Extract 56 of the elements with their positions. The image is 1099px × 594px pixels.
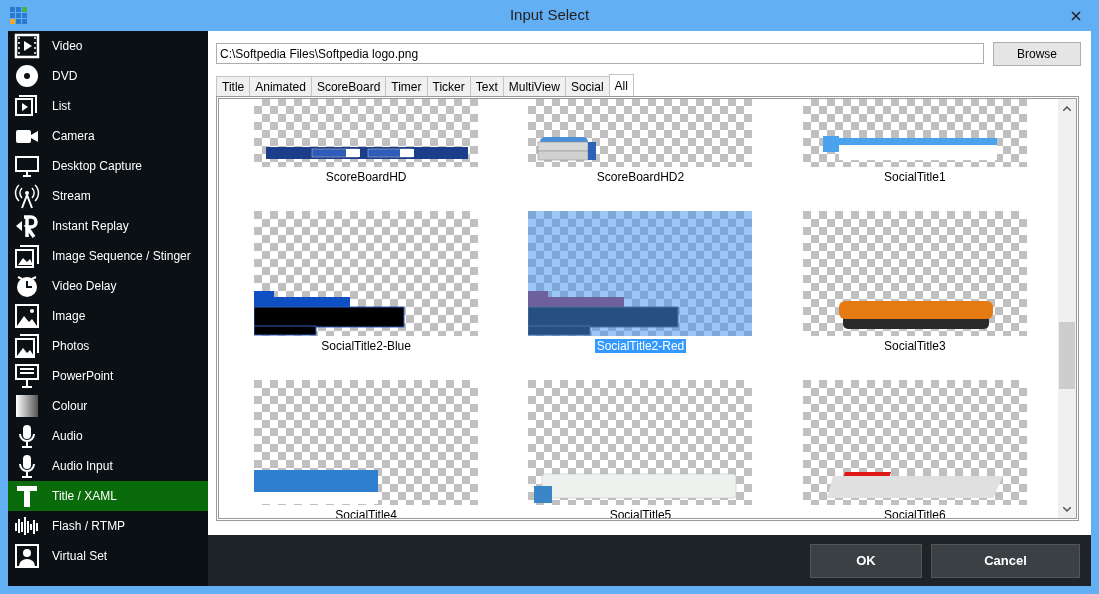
dvd-icon — [14, 63, 40, 89]
sidebar-item[interactable]: Instant Replay — [8, 211, 208, 241]
app-logo-icon — [10, 7, 27, 24]
sidebar-item[interactable]: PowerPoint — [8, 361, 208, 391]
photos-icon — [14, 333, 40, 359]
sequence-icon — [14, 243, 40, 269]
sidebar-item[interactable]: Colour — [8, 391, 208, 421]
scroll-thumb[interactable] — [1059, 322, 1075, 389]
sidebar-item[interactable]: Camera — [8, 121, 208, 151]
replay-icon — [14, 213, 40, 239]
tab[interactable]: ScoreBoard — [310, 76, 387, 96]
sidebar-item[interactable]: Video Delay — [8, 271, 208, 301]
close-icon — [1071, 10, 1081, 21]
tab[interactable]: All — [608, 74, 634, 96]
image-icon — [14, 303, 40, 329]
sidebar-item[interactable]: Image — [8, 301, 208, 331]
stream-icon — [14, 183, 40, 209]
sidebar-item[interactable]: Desktop Capture — [8, 151, 208, 181]
desktop-icon — [14, 153, 40, 179]
tab[interactable]: Text — [469, 76, 504, 96]
ok-button[interactable]: OK — [810, 543, 922, 578]
sidebar-item[interactable]: Virtual Set — [8, 541, 208, 571]
colour-icon — [14, 393, 40, 419]
scrollbar[interactable] — [1058, 99, 1076, 518]
path-field[interactable]: C:\Softpedia Files\Softpedia logo.png — [216, 43, 984, 64]
sidebar-item[interactable]: Title / XAML — [8, 481, 208, 511]
cancel-button[interactable]: Cancel — [931, 543, 1080, 578]
template-label: ScoreBoardHD2 — [595, 169, 686, 186]
template-label: SocialTitle2-Blue — [320, 338, 412, 355]
sidebar-item[interactable]: Audio Input — [8, 451, 208, 481]
sidebar-item[interactable]: DVD — [8, 61, 208, 91]
video-icon — [14, 33, 40, 59]
tab[interactable]: MultiView — [502, 76, 566, 96]
sidebar-item[interactable]: Audio — [8, 421, 208, 451]
presentation-icon — [14, 363, 40, 389]
template-label: ScoreBoardHD — [324, 169, 408, 186]
delay-icon — [14, 273, 40, 299]
sidebar-item[interactable]: Flash / RTMP — [8, 511, 208, 541]
sidebar-item[interactable]: List — [8, 91, 208, 121]
list-icon — [14, 93, 40, 119]
sidebar-item[interactable]: Video — [8, 31, 208, 61]
title-icon — [14, 483, 40, 509]
tab[interactable]: Ticker — [426, 76, 471, 96]
template-label: SocialTitle3 — [883, 338, 947, 355]
tab[interactable]: Title — [216, 76, 251, 96]
template-label: SocialTitle1 — [883, 169, 947, 186]
tab[interactable]: Social — [564, 76, 610, 96]
browse-button[interactable]: Browse — [993, 41, 1081, 66]
tab[interactable]: Timer — [385, 76, 428, 96]
template-label: SocialTitle2-Red — [594, 339, 687, 353]
sidebar-item[interactable]: Image Sequence / Stinger — [8, 241, 208, 271]
sidebar-item[interactable]: Stream — [8, 181, 208, 211]
sidebar-item[interactable]: Photos — [8, 331, 208, 361]
tab[interactable]: Animated — [249, 76, 312, 96]
person-icon — [14, 543, 40, 569]
window-title: Input Select — [509, 6, 590, 24]
